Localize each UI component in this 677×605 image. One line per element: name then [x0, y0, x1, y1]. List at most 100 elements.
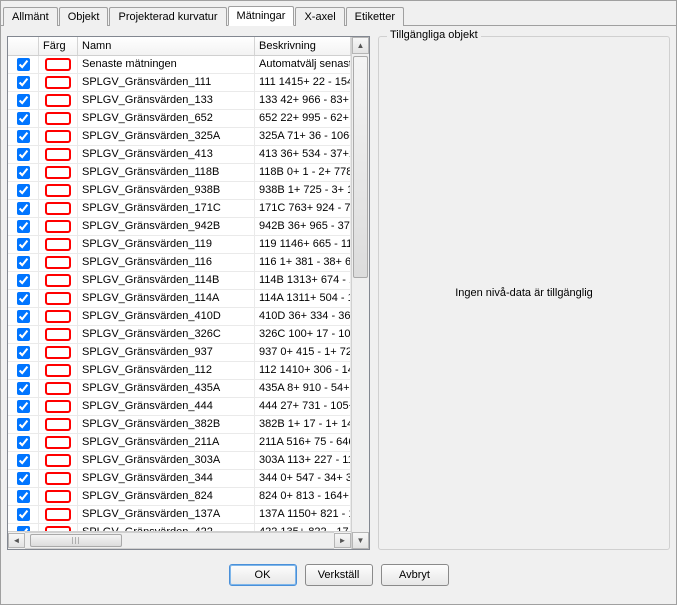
checkbox[interactable]	[17, 274, 30, 287]
table-row[interactable]: SPLGV_Gränsvärden_119119 1146+ 665 - 117…	[8, 236, 351, 254]
vertical-scrollbar[interactable]: ▲ ▼	[351, 37, 369, 549]
table-row[interactable]: SPLGV_Gränsvärden_413413 36+ 534 - 37+10…	[8, 146, 351, 164]
tab-allmänt[interactable]: Allmänt	[3, 7, 58, 26]
tab-etiketter[interactable]: Etiketter	[346, 7, 404, 26]
vscroll-track[interactable]	[352, 54, 369, 532]
row-color[interactable]	[39, 200, 78, 217]
checkbox[interactable]	[17, 418, 30, 431]
table-row[interactable]: SPLGV_Gränsvärden_422422 135+ 822 - 174+	[8, 524, 351, 531]
row-checkbox[interactable]	[8, 308, 39, 325]
row-color[interactable]	[39, 92, 78, 109]
table-row[interactable]: SPLGV_Gränsvärden_937937 0+ 415 - 1+ 723…	[8, 344, 351, 362]
checkbox[interactable]	[17, 238, 30, 251]
color-swatch[interactable]	[45, 166, 71, 179]
color-swatch[interactable]	[45, 220, 71, 233]
table-row[interactable]: SPLGV_Gränsvärden_118B118B 0+ 1 - 2+ 778…	[8, 164, 351, 182]
row-checkbox[interactable]	[8, 200, 39, 217]
color-swatch[interactable]	[45, 490, 71, 503]
checkbox[interactable]	[17, 292, 30, 305]
row-checkbox[interactable]	[8, 488, 39, 505]
row-checkbox[interactable]	[8, 362, 39, 379]
checkbox[interactable]	[17, 310, 30, 323]
row-color[interactable]	[39, 506, 78, 523]
tab-x-axel[interactable]: X-axel	[295, 7, 344, 26]
checkbox[interactable]	[17, 490, 30, 503]
vscroll-thumb[interactable]	[353, 56, 368, 278]
color-swatch[interactable]	[45, 238, 71, 251]
table-row[interactable]: SPLGV_Gränsvärden_112112 1410+ 306 - 141…	[8, 362, 351, 380]
checkbox[interactable]	[17, 382, 30, 395]
checkbox[interactable]	[17, 184, 30, 197]
row-color[interactable]	[39, 380, 78, 397]
checkbox[interactable]	[17, 256, 30, 269]
row-color[interactable]	[39, 398, 78, 415]
row-color[interactable]	[39, 128, 78, 145]
row-checkbox[interactable]	[8, 236, 39, 253]
checkbox[interactable]	[17, 328, 30, 341]
color-swatch[interactable]	[45, 130, 71, 143]
row-checkbox[interactable]	[8, 254, 39, 271]
col-color[interactable]: Färg	[39, 37, 78, 55]
color-swatch[interactable]	[45, 454, 71, 467]
color-swatch[interactable]	[45, 148, 71, 161]
row-color[interactable]	[39, 146, 78, 163]
row-checkbox[interactable]	[8, 398, 39, 415]
scroll-right-icon[interactable]: ►	[334, 533, 351, 548]
col-desc[interactable]: Beskrivning	[255, 37, 351, 55]
table-row[interactable]: SPLGV_Gränsvärden_444444 27+ 731 - 105+ …	[8, 398, 351, 416]
table-row[interactable]: SPLGV_Gränsvärden_435A435A 8+ 910 - 54+ …	[8, 380, 351, 398]
grid-body[interactable]: Senaste mätningenAutomatvälj senaste mSP…	[8, 56, 351, 531]
table-row[interactable]: SPLGV_Gränsvärden_938B938B 1+ 725 - 3+ 1…	[8, 182, 351, 200]
row-color[interactable]	[39, 488, 78, 505]
table-row[interactable]: SPLGV_Gränsvärden_133133 42+ 966 - 83+ 8…	[8, 92, 351, 110]
color-swatch[interactable]	[45, 112, 71, 125]
tab-mätningar[interactable]: Mätningar	[228, 6, 295, 26]
row-checkbox[interactable]	[8, 290, 39, 307]
table-row[interactable]: SPLGV_Gränsvärden_344344 0+ 547 - 34+ 31…	[8, 470, 351, 488]
checkbox[interactable]	[17, 526, 30, 531]
row-checkbox[interactable]	[8, 164, 39, 181]
row-color[interactable]	[39, 434, 78, 451]
checkbox[interactable]	[17, 202, 30, 215]
table-row[interactable]: SPLGV_Gränsvärden_824824 0+ 813 - 164+ 1…	[8, 488, 351, 506]
hscroll-track[interactable]	[25, 532, 334, 549]
color-swatch[interactable]	[45, 274, 71, 287]
table-row[interactable]: SPLGV_Gränsvärden_410D410D 36+ 334 - 36+…	[8, 308, 351, 326]
table-row[interactable]: SPLGV_Gränsvärden_171C171C 763+ 924 - 76…	[8, 200, 351, 218]
col-name[interactable]: Namn	[78, 37, 255, 55]
checkbox[interactable]	[17, 346, 30, 359]
row-checkbox[interactable]	[8, 470, 39, 487]
row-checkbox[interactable]	[8, 452, 39, 469]
color-swatch[interactable]	[45, 94, 71, 107]
color-swatch[interactable]	[45, 382, 71, 395]
row-checkbox[interactable]	[8, 56, 39, 73]
color-swatch[interactable]	[45, 436, 71, 449]
table-row[interactable]: SPLGV_Gränsvärden_303A303A 113+ 227 - 11…	[8, 452, 351, 470]
table-row[interactable]: SPLGV_Gränsvärden_116116 1+ 381 - 38+ 67…	[8, 254, 351, 272]
checkbox[interactable]	[17, 400, 30, 413]
ok-button[interactable]: OK	[229, 564, 297, 586]
row-color[interactable]	[39, 182, 78, 199]
table-row[interactable]: SPLGV_Gränsvärden_211A211A 516+ 75 - 646…	[8, 434, 351, 452]
row-checkbox[interactable]	[8, 182, 39, 199]
row-color[interactable]	[39, 110, 78, 127]
checkbox[interactable]	[17, 112, 30, 125]
row-checkbox[interactable]	[8, 416, 39, 433]
row-color[interactable]	[39, 452, 78, 469]
color-swatch[interactable]	[45, 364, 71, 377]
row-color[interactable]	[39, 74, 78, 91]
checkbox[interactable]	[17, 148, 30, 161]
row-color[interactable]	[39, 254, 78, 271]
row-checkbox[interactable]	[8, 92, 39, 109]
table-row[interactable]: SPLGV_Gränsvärden_137A137A 1150+ 821 - 1…	[8, 506, 351, 524]
row-color[interactable]	[39, 524, 78, 531]
checkbox[interactable]	[17, 58, 30, 71]
row-color[interactable]	[39, 272, 78, 289]
table-row[interactable]: SPLGV_Gränsvärden_652652 22+ 995 - 62+ 8…	[8, 110, 351, 128]
cancel-button[interactable]: Avbryt	[381, 564, 449, 586]
row-color[interactable]	[39, 344, 78, 361]
row-checkbox[interactable]	[8, 380, 39, 397]
row-checkbox[interactable]	[8, 146, 39, 163]
checkbox[interactable]	[17, 220, 30, 233]
color-swatch[interactable]	[45, 400, 71, 413]
